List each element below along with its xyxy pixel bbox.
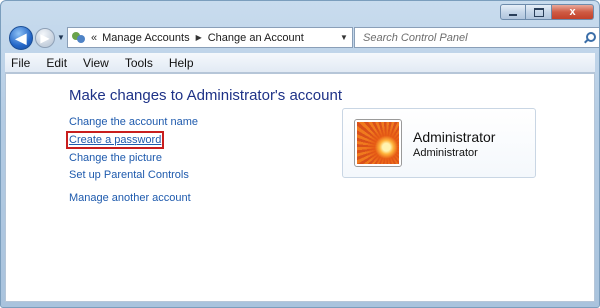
maximize-button[interactable] <box>526 4 552 20</box>
control-panel-window: x ◀ ▶ ▼ « Manage Accounts ▶ Change an Ac… <box>0 0 600 308</box>
menu-help[interactable]: Help <box>161 56 202 70</box>
breadcrumb-separator-arrow-icon[interactable]: ▶ <box>196 33 202 42</box>
search-box <box>354 27 599 48</box>
back-button[interactable]: ◀ <box>9 26 33 50</box>
search-icon[interactable] <box>583 31 596 44</box>
address-bar[interactable]: « Manage Accounts ▶ Change an Account ▼ <box>67 27 353 48</box>
avatar <box>354 119 402 167</box>
page-title: Make changes to Administrator's account <box>69 87 343 104</box>
breadcrumb-change-an-account[interactable]: Change an Account <box>208 32 304 44</box>
maximize-icon <box>533 7 544 17</box>
menu-file[interactable]: File <box>5 56 38 70</box>
minimize-button[interactable] <box>500 4 526 20</box>
recent-pages-chevron-down-icon[interactable]: ▼ <box>57 33 65 42</box>
forward-arrow-icon: ▶ <box>40 31 50 45</box>
account-card: Administrator Administrator <box>342 108 536 178</box>
menu-tools[interactable]: Tools <box>117 56 161 70</box>
search-input[interactable] <box>361 30 565 45</box>
breadcrumb-manage-accounts[interactable]: Manage Accounts <box>102 32 189 44</box>
user-accounts-icon <box>72 31 86 44</box>
change-picture-link[interactable]: Change the picture <box>69 152 162 164</box>
manage-another-account-link[interactable]: Manage another account <box>69 192 191 204</box>
close-button[interactable]: x <box>552 4 594 20</box>
forward-button[interactable]: ▶ <box>35 28 55 48</box>
parental-controls-link[interactable]: Set up Parental Controls <box>69 169 189 181</box>
create-password-link[interactable]: Create a password <box>65 131 165 149</box>
back-arrow-icon: ◀ <box>15 29 27 46</box>
flower-picture-icon <box>357 122 399 164</box>
menu-edit[interactable]: Edit <box>38 56 75 70</box>
account-type: Administrator <box>413 147 478 159</box>
menu-view[interactable]: View <box>75 56 117 70</box>
content-pane: Make changes to Administrator's account … <box>5 73 595 302</box>
navigation-bar: ◀ ▶ ▼ « Manage Accounts ▶ Change an Acco… <box>7 26 599 52</box>
minimize-icon <box>509 13 517 16</box>
caption-buttons: x <box>500 4 594 20</box>
menu-bar: File Edit View Tools Help <box>5 53 595 73</box>
breadcrumb-overflow[interactable]: « <box>91 32 97 44</box>
change-account-name-link[interactable]: Change the account name <box>69 116 198 128</box>
address-dropdown-chevron-down-icon[interactable]: ▼ <box>336 33 352 42</box>
close-icon: x <box>569 6 576 18</box>
account-name: Administrator <box>413 129 496 145</box>
